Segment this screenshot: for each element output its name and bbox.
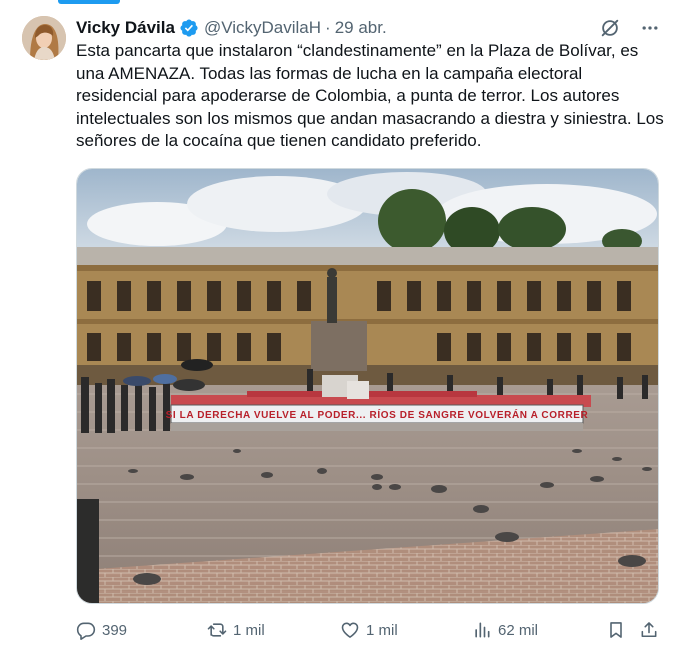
more-icon[interactable]	[638, 16, 662, 40]
author-name[interactable]: Vicky Dávila	[76, 17, 175, 39]
retweet-icon	[207, 623, 227, 637]
retweet-count: 1 mil	[233, 621, 265, 639]
share-icon	[641, 622, 657, 638]
tweet-photo[interactable]: SI LA DERECHA VUELVE AL PODER... RÍOS DE…	[76, 168, 659, 604]
grok-icon[interactable]	[598, 16, 622, 40]
like-icon	[341, 622, 359, 638]
tweet-text: Esta pancarta que instalaron “clandestin…	[76, 41, 664, 151]
reply-icon	[76, 622, 96, 640]
header-actions	[598, 16, 662, 40]
tweet-date[interactable]: 29 abr.	[335, 17, 387, 39]
share-button[interactable]	[639, 620, 665, 640]
bookmark-button[interactable]	[606, 620, 632, 640]
separator-dot: ·	[325, 18, 331, 37]
verified-badge-icon	[179, 18, 199, 38]
views-icon	[475, 622, 490, 638]
views-count: 62 mil	[498, 621, 539, 639]
reply-button[interactable]: 399	[76, 620, 127, 640]
bookmark-icon	[610, 622, 622, 638]
views-button[interactable]: 62 mil	[472, 620, 538, 640]
like-button[interactable]: 1 mil	[340, 620, 398, 640]
retweet-button[interactable]: 1 mil	[207, 620, 265, 640]
author-handle[interactable]: @VickyDavilaH	[204, 17, 321, 39]
avatar[interactable]	[22, 16, 66, 60]
banner-text: SI LA DERECHA VUELVE AL PODER... RÍOS DE…	[166, 408, 589, 421]
tweet-actions: 399 1 mil 1 mil 62 mil	[76, 612, 666, 648]
like-count: 1 mil	[366, 621, 398, 639]
reply-count: 399	[102, 621, 128, 639]
tweet: Vicky Dávila @VickyDavilaH · 29 abr. Est…	[0, 0, 682, 656]
tweet-header: Vicky Dávila @VickyDavilaH · 29 abr.	[76, 16, 662, 40]
